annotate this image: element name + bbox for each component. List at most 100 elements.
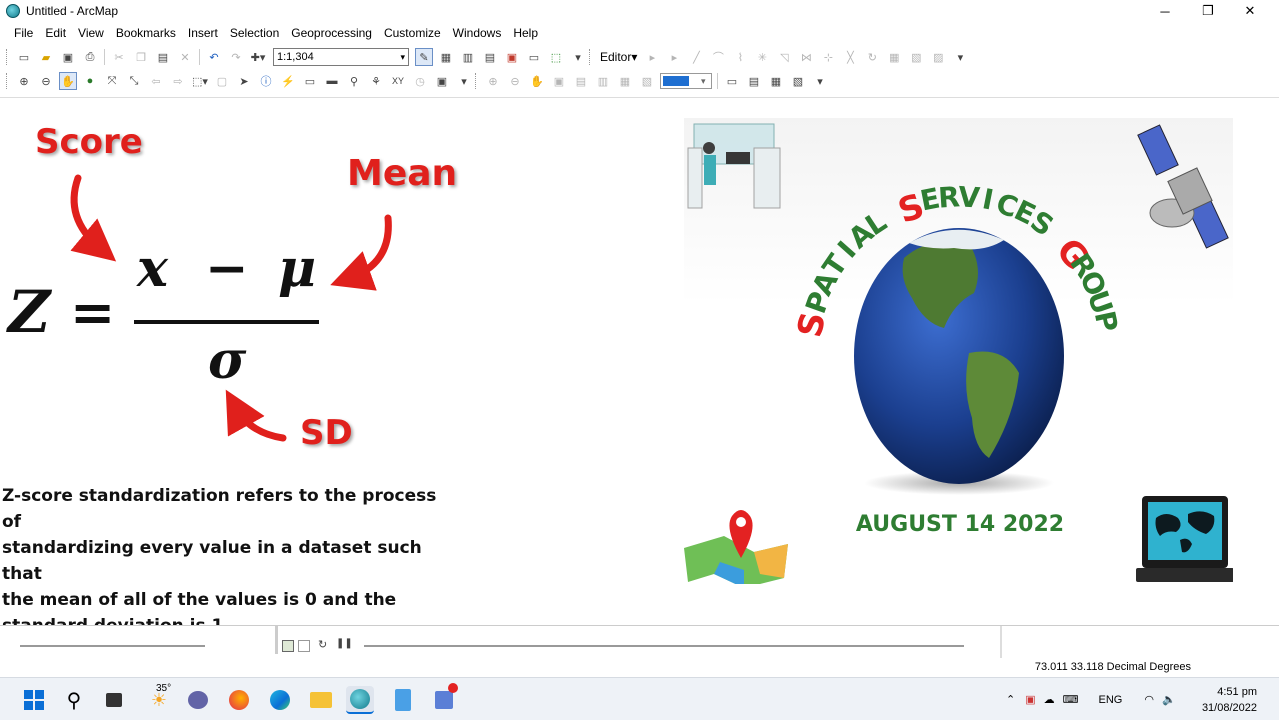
minimize-button[interactable]: ─ xyxy=(1145,0,1185,22)
table-of-contents-icon[interactable]: ▦ xyxy=(437,48,455,66)
notepad-icon[interactable] xyxy=(389,686,417,714)
toolbar-grip[interactable] xyxy=(589,49,592,65)
clear-selection-icon[interactable]: ▢ xyxy=(213,72,231,90)
firefox-icon[interactable] xyxy=(225,686,253,714)
refresh-icon[interactable]: ↻ xyxy=(318,638,327,651)
menu-selection[interactable]: Selection xyxy=(224,22,285,44)
edge-icon[interactable] xyxy=(266,686,294,714)
page-setup-icon[interactable]: ▭ xyxy=(723,72,741,90)
save-icon[interactable]: ▣ xyxy=(59,48,77,66)
menu-customize[interactable]: Customize xyxy=(378,22,447,44)
time-slider-icon[interactable]: ◷ xyxy=(411,72,429,90)
menu-file[interactable]: File xyxy=(8,22,39,44)
back-extent-icon[interactable]: ⇦ xyxy=(147,72,165,90)
fill-color-select[interactable]: ▾ xyxy=(660,73,712,89)
map-display[interactable]: Score Mean SD Z = x − μ σ Z-score standa… xyxy=(0,97,1279,636)
menu-windows[interactable]: Windows xyxy=(447,22,508,44)
focus-data-frame-icon[interactable]: ▦ xyxy=(767,72,785,90)
reshape-icon[interactable]: ⋈ xyxy=(797,48,815,66)
keyboard-icon[interactable]: ⌨ xyxy=(1063,693,1079,706)
find-binoculars-icon[interactable]: ⚲ xyxy=(345,72,363,90)
split-icon[interactable]: ╳ xyxy=(841,48,859,66)
map-scale-select[interactable]: 1:1,304 ▾ xyxy=(273,48,409,66)
teams-chat-icon[interactable] xyxy=(184,686,212,714)
go-to-xy-icon[interactable]: XY xyxy=(389,72,407,90)
select-features-icon[interactable]: ⬚▾ xyxy=(191,72,209,90)
close-button[interactable]: ✕ xyxy=(1230,0,1270,22)
search-icon[interactable]: ⚲ xyxy=(60,686,88,714)
task-view-icon[interactable] xyxy=(100,686,128,714)
fixed-zoom-in-icon[interactable]: ⤧ xyxy=(103,72,121,90)
html-popup-icon[interactable]: ▭ xyxy=(301,72,319,90)
attributes-icon[interactable]: ▦ xyxy=(885,48,903,66)
zoom-out-icon[interactable]: ⊖ xyxy=(37,72,55,90)
menu-view[interactable]: View xyxy=(72,22,110,44)
pan-hand-icon[interactable]: ✋ xyxy=(59,72,77,90)
tray-app-icon[interactable]: ▣ xyxy=(1025,693,1035,706)
full-extent-icon[interactable]: ● xyxy=(81,72,99,90)
layout-view-icon[interactable] xyxy=(298,640,310,652)
edit-tool-icon[interactable]: ▸ xyxy=(643,48,661,66)
layout-zoom-in-icon[interactable]: ⊕ xyxy=(484,72,502,90)
arctoolbox-icon[interactable]: ▣ xyxy=(503,48,521,66)
layout-zoom-out-icon[interactable]: ⊖ xyxy=(506,72,524,90)
paste-icon[interactable]: ▤ xyxy=(154,48,172,66)
copy-icon[interactable]: ❐ xyxy=(132,48,150,66)
menu-bookmarks[interactable]: Bookmarks xyxy=(110,22,182,44)
zoom-in-icon[interactable]: ⊕ xyxy=(15,72,33,90)
toolbar-options-icon[interactable]: ▾ xyxy=(455,72,473,90)
measure-icon[interactable]: ▬ xyxy=(323,72,341,90)
catalog-icon[interactable]: ▥ xyxy=(459,48,477,66)
menu-geoprocessing[interactable]: Geoprocessing xyxy=(285,22,378,44)
editor-menu-button[interactable]: Editor▾ xyxy=(596,50,641,64)
create-features-icon[interactable]: ▨ xyxy=(929,48,947,66)
editor-toolbar-icon[interactable]: ✎ xyxy=(415,48,433,66)
menu-edit[interactable]: Edit xyxy=(39,22,72,44)
delete-icon[interactable]: ✕ xyxy=(176,48,194,66)
toggle-draft-icon[interactable]: ▤ xyxy=(745,72,763,90)
layout-back-icon[interactable]: ▦ xyxy=(616,72,634,90)
toolbar-grip[interactable] xyxy=(6,49,9,65)
chevron-up-icon[interactable]: ⌃ xyxy=(1006,693,1015,706)
new-document-icon[interactable]: ▭ xyxy=(15,48,33,66)
sketch-properties-icon[interactable]: ▧ xyxy=(907,48,925,66)
model-builder-icon[interactable]: ⬚ xyxy=(547,48,565,66)
edit-vertices-icon[interactable]: ◹ xyxy=(775,48,793,66)
find-route-icon[interactable]: ⚘ xyxy=(367,72,385,90)
taskbar-clock[interactable]: 4:51 pm 31/08/2022 xyxy=(1202,684,1257,716)
hyperlink-icon[interactable]: ⚡ xyxy=(279,72,297,90)
wifi-icon[interactable]: ◠ xyxy=(1144,693,1154,706)
horizontal-scrollbar[interactable] xyxy=(364,645,964,647)
pane-splitter[interactable] xyxy=(275,626,278,654)
toolbar-options-icon[interactable]: ▾ xyxy=(569,48,587,66)
arcmap-taskbar-icon[interactable] xyxy=(346,686,374,714)
start-windows-icon[interactable] xyxy=(20,686,48,714)
layout-forward-icon[interactable]: ▧ xyxy=(638,72,656,90)
zoom-100-icon[interactable]: ▤ xyxy=(572,72,590,90)
select-elements-icon[interactable]: ➤ xyxy=(235,72,253,90)
data-view-icon[interactable] xyxy=(282,640,294,652)
python-window-icon[interactable]: ▭ xyxy=(525,48,543,66)
cut-polygons-icon[interactable]: ⊹ xyxy=(819,48,837,66)
change-layout-icon[interactable]: ▧ xyxy=(789,72,807,90)
open-folder-icon[interactable]: ▰ xyxy=(37,48,55,66)
volume-icon[interactable]: 🔈 xyxy=(1162,693,1176,706)
forward-extent-icon[interactable]: ⇨ xyxy=(169,72,187,90)
weather-widget[interactable]: ☀ 35° xyxy=(142,683,176,714)
create-viewer-icon[interactable]: ▣ xyxy=(433,72,451,90)
layout-zoom-fixed-icon[interactable]: ▥ xyxy=(594,72,612,90)
file-explorer-icon[interactable] xyxy=(307,686,335,714)
pause-drawing-icon[interactable]: ❚❚ xyxy=(336,638,353,649)
menu-help[interactable]: Help xyxy=(507,22,544,44)
language-indicator[interactable]: ENG xyxy=(1099,694,1123,706)
straight-segment-icon[interactable]: ╱ xyxy=(687,48,705,66)
undo-icon[interactable]: ↶ xyxy=(205,48,223,66)
arccatalog-icon[interactable] xyxy=(430,683,458,714)
endpoint-arc-icon[interactable]: ⌒ xyxy=(709,48,727,66)
add-data-icon[interactable]: ✚▾ xyxy=(249,48,267,66)
maximize-button[interactable]: ❐ xyxy=(1188,0,1228,22)
redo-icon[interactable]: ↷ xyxy=(227,48,245,66)
edit-annotation-icon[interactable]: ▸ xyxy=(665,48,683,66)
identify-icon[interactable]: ⓘ xyxy=(257,72,275,90)
search-window-icon[interactable]: ▤ xyxy=(481,48,499,66)
